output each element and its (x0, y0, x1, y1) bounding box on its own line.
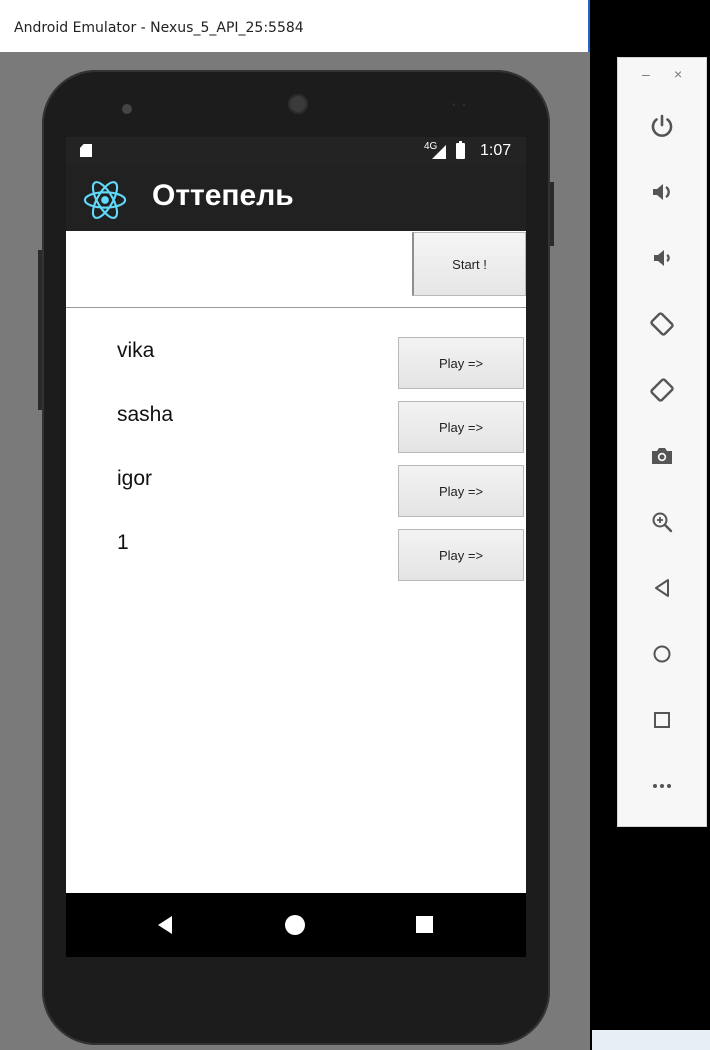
react-logo-icon (83, 181, 127, 219)
battery-icon (456, 141, 465, 159)
zoom-icon[interactable] (642, 502, 682, 542)
window-title: Android Emulator - Nexus_5_API_25:5584 (14, 20, 304, 36)
phone-volume-button (38, 250, 42, 410)
more-icon[interactable] (642, 766, 682, 806)
sensor-dots: • • (452, 100, 468, 111)
top-panel: Start ! (66, 231, 526, 308)
nav-recents-icon[interactable] (416, 916, 433, 933)
play-button[interactable]: Play => (398, 529, 524, 581)
power-icon[interactable] (642, 106, 682, 146)
list-item: igor Play => (66, 445, 526, 517)
nav-home-icon[interactable] (285, 915, 305, 935)
volume-up-icon[interactable] (642, 172, 682, 212)
list-item: sasha Play => (66, 381, 526, 453)
window-titlebar: Android Emulator - Nexus_5_API_25:5584 (0, 0, 590, 52)
player-name: igor (117, 467, 153, 490)
emulator-window: Android Emulator - Nexus_5_API_25:5584 •… (0, 0, 590, 1050)
app-toolbar: Оттепель (66, 165, 526, 231)
volume-down-icon[interactable] (642, 238, 682, 278)
close-button[interactable]: × (674, 66, 682, 82)
nav-back-icon[interactable] (158, 916, 172, 934)
emulator-control-panel: – × (617, 57, 707, 827)
home-icon[interactable] (642, 634, 682, 674)
camera-icon[interactable] (642, 436, 682, 476)
status-time: 1:07 (480, 142, 512, 159)
signal-icon (432, 145, 446, 159)
list-item: 1 Play => (66, 509, 526, 581)
player-name: vika (117, 339, 155, 362)
taskbar-strip (592, 1030, 710, 1050)
status-bar: 4G 1:07 (66, 137, 526, 165)
player-name: 1 (117, 531, 129, 554)
sd-card-icon (80, 144, 92, 157)
app-title: Оттепель (152, 179, 294, 212)
earpiece-speaker (288, 94, 308, 114)
list-item: vika Play => (66, 317, 526, 389)
rotate-right-icon[interactable] (642, 370, 682, 410)
start-button[interactable]: Start ! (412, 232, 526, 296)
minimize-button[interactable]: – (642, 66, 650, 82)
phone-power-button (550, 182, 554, 246)
front-camera (122, 104, 132, 114)
player-name: sasha (117, 403, 174, 426)
rotate-left-icon[interactable] (642, 304, 682, 344)
back-icon[interactable] (642, 568, 682, 608)
device-screen: 4G 1:07 Оттепель Start ! vika Play => sa… (66, 137, 526, 957)
overview-icon[interactable] (642, 700, 682, 740)
android-nav-bar (66, 893, 526, 957)
